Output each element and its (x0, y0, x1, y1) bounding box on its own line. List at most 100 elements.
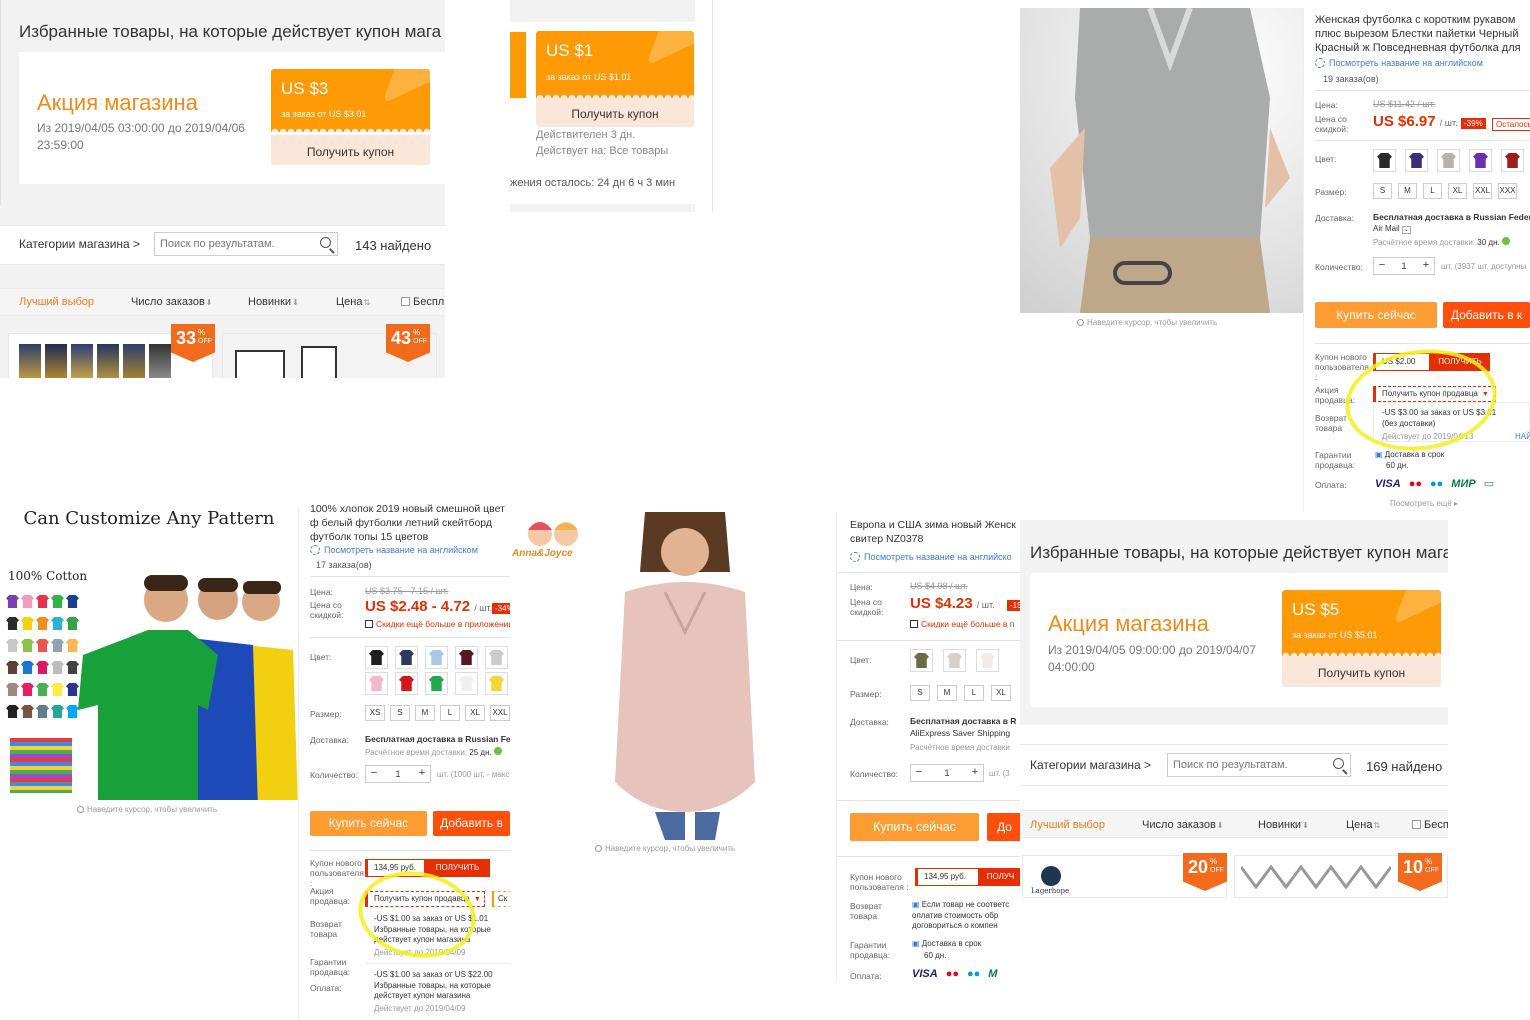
color-swatch[interactable] (425, 646, 448, 669)
color-swatch[interactable] (1405, 149, 1428, 172)
color-swatch[interactable] (1373, 149, 1396, 172)
size-option[interactable]: XL (1448, 183, 1467, 199)
quantity-stepper[interactable]: − 1 + (910, 764, 984, 782)
coupon-face: US $3 за заказ от US $3.01 (271, 69, 430, 132)
color-swatch[interactable] (395, 672, 418, 695)
search-icon[interactable] (1333, 758, 1344, 769)
color-swatch[interactable] (455, 646, 478, 669)
store-categories-link[interactable]: Категории магазина > (19, 237, 140, 251)
size-option[interactable]: L (440, 705, 460, 721)
size-option[interactable]: XXL (490, 705, 510, 721)
sort-newest[interactable]: Новинки⬇ (248, 296, 299, 308)
store-coupon[interactable]: US $1 за заказ от US $1.01 Получить купо… (536, 31, 694, 127)
promo-card: Акция магазина Из 2019/04/05 03:00:00 до… (19, 52, 445, 184)
color-swatch[interactable] (1437, 149, 1460, 172)
get-coupon-button[interactable]: ПОЛУЧ (979, 868, 1022, 886)
size-option[interactable]: XL (991, 685, 1011, 701)
size-option[interactable]: XXL (1473, 183, 1492, 199)
buy-now-button[interactable]: Купить сейчас (850, 813, 979, 841)
color-swatch[interactable] (425, 672, 448, 695)
size-option[interactable]: L (1423, 183, 1442, 199)
add-to-cart-button[interactable]: До (987, 813, 1022, 841)
store-coupon[interactable]: US $5 за заказ от US $5.01 Получить купо… (1282, 590, 1441, 687)
color-swatch[interactable] (485, 672, 508, 695)
minus-icon[interactable]: − (1374, 258, 1390, 274)
shirt-color-icon (369, 676, 384, 691)
size-option[interactable]: M (415, 705, 435, 721)
store-categories-link[interactable]: Категории магазина > (1030, 758, 1151, 772)
search-input[interactable] (1168, 754, 1350, 776)
app-discount-link[interactable]: Скидки ещё больше в п (910, 619, 1014, 629)
sort-orders[interactable]: Число заказов⬇ (131, 296, 213, 308)
get-coupon-button[interactable]: Получить купон (1282, 656, 1441, 687)
sort-best-match[interactable]: Лучший выбор (19, 296, 94, 308)
product-image[interactable]: Can Customize Any Pattern 100% Cotton (0, 500, 298, 800)
plus-icon[interactable]: + (967, 765, 983, 781)
free-shipping-filter[interactable]: Бесп (1412, 819, 1448, 831)
get-coupon-button[interactable]: Получить купон (536, 98, 694, 127)
shipping-method[interactable]: AliExpress Saver Shipping (910, 728, 1010, 738)
minus-icon[interactable]: − (366, 766, 382, 782)
quantity-stepper[interactable]: − 1 + (365, 765, 431, 783)
size-option[interactable]: M (937, 685, 957, 701)
english-title-link[interactable]: Посмотреть название на английско (850, 552, 1012, 562)
minus-icon[interactable]: − (911, 765, 927, 781)
color-swatch[interactable] (365, 646, 388, 669)
quantity-stepper[interactable]: − 1 + (1373, 257, 1435, 275)
store-coupon[interactable]: US $3 за заказ от US $3.01 Получить купо… (271, 69, 430, 165)
color-swatch[interactable] (910, 649, 933, 672)
store-coupon-dropdown[interactable]: Ск (492, 891, 510, 907)
color-swatch[interactable] (485, 646, 508, 669)
color-swatch[interactable] (1501, 149, 1524, 172)
product-image[interactable]: Anna&Joyce (510, 512, 835, 842)
product-image[interactable] (1020, 8, 1303, 313)
color-swatch[interactable] (1469, 149, 1492, 172)
english-title-link-text: Посмотреть название на английском (1329, 58, 1483, 68)
checkbox-icon[interactable] (1412, 820, 1421, 829)
sort-best-match[interactable]: Лучший выбор (1030, 819, 1105, 831)
plus-icon[interactable]: + (1418, 258, 1434, 274)
shipping-method[interactable]: Air Mail ⌄ (1373, 224, 1411, 234)
shirt-color-icon (459, 676, 474, 691)
add-to-cart-button[interactable]: Добавить в (433, 811, 510, 836)
tshirt-color-sample (6, 683, 19, 696)
color-swatch[interactable] (455, 672, 478, 695)
size-option[interactable]: XXX (1498, 183, 1517, 199)
size-option[interactable]: S (910, 685, 930, 701)
color-swatch[interactable] (365, 672, 388, 695)
show-more-link[interactable]: Посмотреть ещё ▸ (1390, 499, 1458, 508)
quantity-value[interactable]: 1 (382, 766, 414, 782)
plus-icon[interactable]: + (414, 766, 430, 782)
size-option[interactable]: XL (465, 705, 485, 721)
find-link[interactable]: НАЙ (1515, 432, 1530, 441)
english-title-link[interactable]: Посмотреть название на английском (1315, 58, 1483, 68)
english-title-link[interactable]: Посмотреть название на английском (310, 545, 478, 555)
size-option[interactable]: XS (365, 705, 385, 721)
search-icon[interactable] (320, 237, 331, 248)
add-to-cart-button[interactable]: Добавить в к (1443, 302, 1530, 328)
quantity-value[interactable]: 1 (927, 765, 967, 781)
search-within-results[interactable] (154, 232, 338, 256)
sort-orders[interactable]: Число заказов⬇ (1142, 819, 1224, 831)
seller-coupon-option[interactable]: -US $1.00 за заказ от US $22.00 Избранны… (374, 970, 499, 1002)
size-option[interactable]: M (1398, 183, 1417, 199)
color-swatch[interactable] (943, 649, 966, 672)
search-within-results[interactable] (1167, 753, 1351, 777)
color-swatch[interactable] (976, 649, 999, 672)
quantity-value[interactable]: 1 (1390, 258, 1418, 274)
checkbox-icon[interactable] (401, 297, 410, 306)
buy-now-button[interactable]: Купить сейчас (310, 811, 427, 836)
app-discount-link[interactable]: Скидки ещё больше в приложении (365, 619, 510, 629)
search-input[interactable] (155, 233, 337, 255)
buy-now-button[interactable]: Купить сейчас (1315, 302, 1437, 328)
size-option[interactable]: L (964, 685, 984, 701)
get-coupon-button[interactable]: Получить купон (271, 135, 430, 165)
color-swatch[interactable] (395, 646, 418, 669)
sort-price[interactable]: Цена⇅ (1346, 819, 1380, 831)
free-shipping-filter[interactable]: Беспл (401, 296, 444, 308)
sort-price[interactable]: Цена⇅ (336, 296, 370, 308)
size-option[interactable]: S (1373, 183, 1392, 199)
size-option[interactable]: S (390, 705, 410, 721)
woman-sweater-photo (615, 512, 755, 840)
sort-newest[interactable]: Новинки⬇ (1258, 819, 1309, 831)
